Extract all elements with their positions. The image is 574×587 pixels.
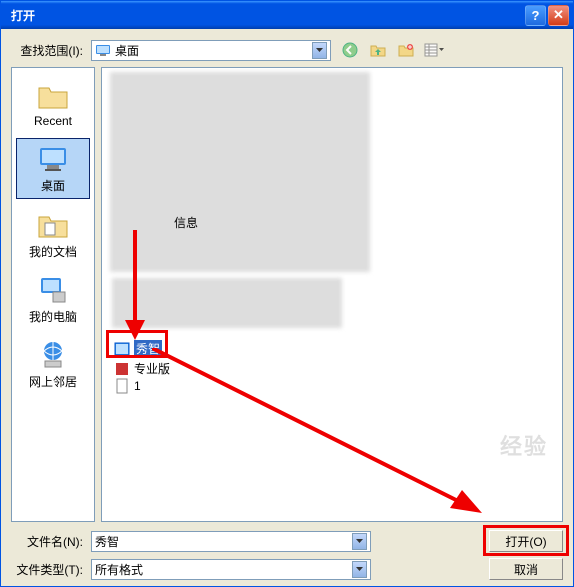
place-desktop[interactable]: 桌面 (16, 138, 90, 199)
desktop-icon (37, 143, 69, 175)
annotation-highlight (483, 525, 569, 556)
file-list[interactable]: 信息 秀智 专业版 1 经验 (101, 67, 563, 522)
computer-icon (37, 274, 69, 306)
blurred-content (112, 278, 342, 328)
up-folder-button[interactable] (367, 39, 389, 61)
folder-icon (37, 80, 69, 112)
window-title: 打开 (5, 7, 523, 24)
chevron-down-icon[interactable] (312, 42, 327, 59)
place-recent[interactable]: Recent (16, 76, 90, 132)
filetype-combo[interactable]: 所有格式 (91, 559, 371, 580)
chevron-down-icon[interactable] (352, 561, 367, 578)
file-item[interactable]: 专业版 (114, 360, 170, 377)
new-folder-button[interactable] (395, 39, 417, 61)
titlebar: 打开 ? ✕ (1, 1, 573, 29)
filetype-label: 文件类型(T): (11, 561, 91, 578)
close-button[interactable]: ✕ (548, 5, 569, 26)
filename-input[interactable]: 秀智 (91, 531, 371, 552)
place-mycomputer[interactable]: 我的电脑 (16, 270, 90, 329)
place-mydocs[interactable]: 我的文档 (16, 205, 90, 264)
annotation-arrow (152, 348, 482, 518)
chevron-down-icon[interactable] (352, 533, 367, 550)
lookin-value: 桌面 (115, 42, 312, 59)
views-button[interactable] (423, 39, 445, 61)
annotation-highlight (106, 330, 168, 358)
desktop-icon (95, 42, 111, 58)
documents-icon (37, 209, 69, 241)
watermark: 经验 (500, 429, 548, 461)
lookin-label: 查找范围(I): (11, 42, 91, 59)
network-icon (37, 339, 69, 371)
help-button[interactable]: ? (525, 5, 546, 26)
place-network[interactable]: 网上邻居 (16, 335, 90, 394)
blurred-content (110, 72, 370, 272)
app-icon (114, 361, 130, 377)
lookin-combo[interactable]: 桌面 (91, 40, 331, 61)
places-bar: Recent 桌面 我的文档 我的电脑 网上邻居 (11, 67, 95, 522)
file-icon (114, 378, 130, 394)
cancel-button[interactable]: 取消 (489, 558, 563, 580)
back-button[interactable] (339, 39, 361, 61)
file-item[interactable]: 1 (114, 378, 141, 394)
info-label: 信息 (174, 214, 198, 231)
filename-label: 文件名(N): (11, 533, 91, 550)
